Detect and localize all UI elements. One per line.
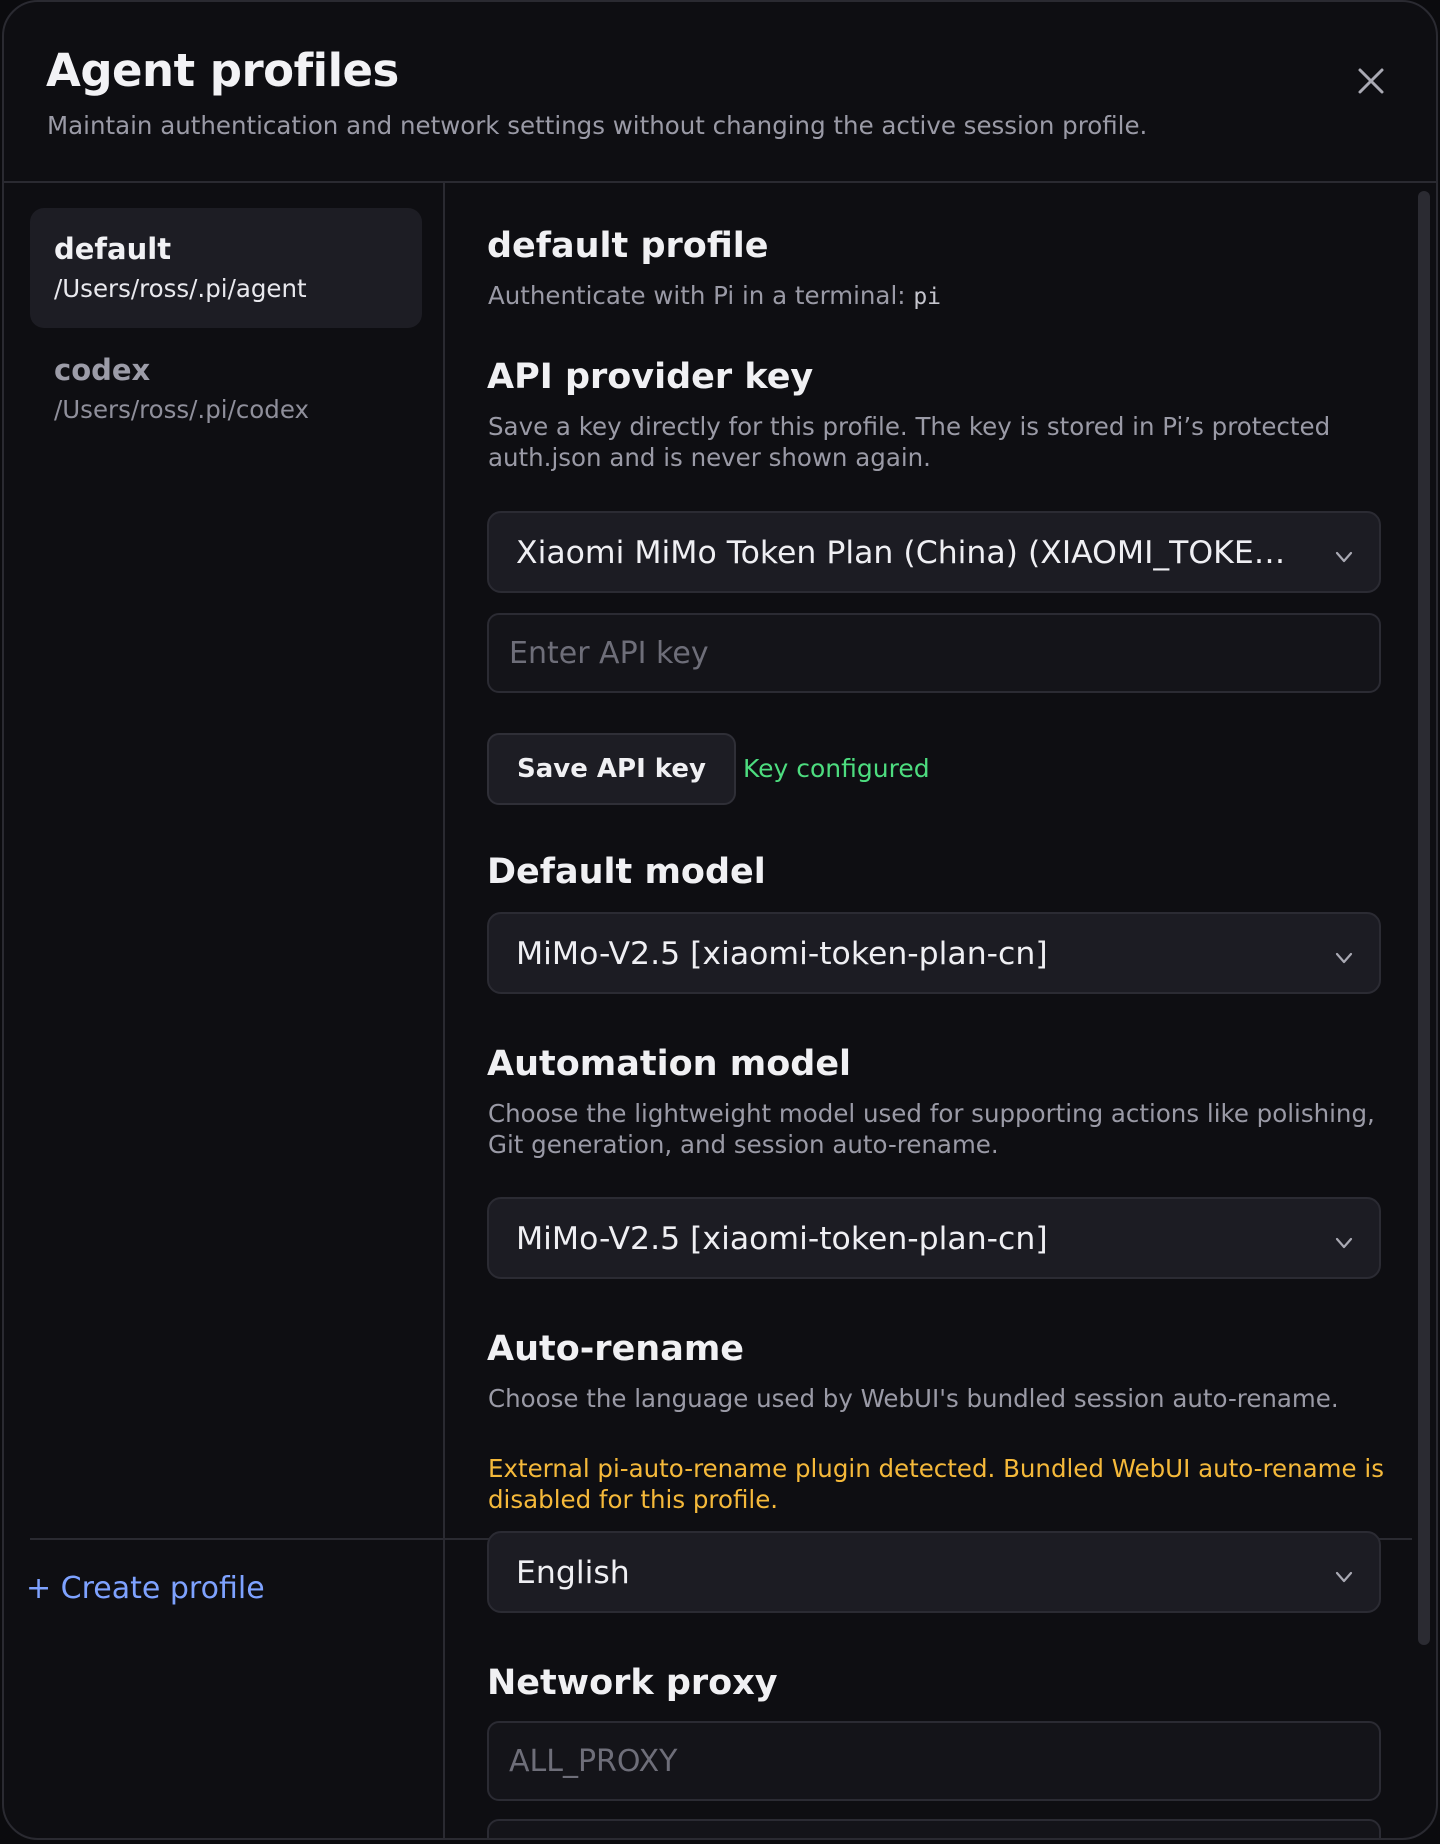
api-key-description: Save a key directly for this profile. Th…: [488, 412, 1331, 472]
profile-title: default profile: [487, 226, 769, 266]
profile-path: /Users/ross/.pi/agent: [54, 273, 307, 303]
language-select[interactable]: English: [487, 1531, 1381, 1613]
automation-model-title: Automation model: [487, 1044, 852, 1084]
profile-name: default: [54, 232, 172, 266]
profile-path: /Users/ross/.pi/codex: [54, 394, 309, 424]
next-proxy-input[interactable]: [487, 1819, 1381, 1838]
agent-profiles-dialog: Agent profiles Maintain authentication a…: [2, 0, 1438, 1840]
network-proxy-title: Network proxy: [487, 1663, 778, 1703]
key-status: Key configured: [743, 754, 930, 783]
provider-select[interactable]: Xiaomi MiMo Token Plan (China) (XIAOMI_T…: [487, 511, 1381, 593]
close-icon: [1358, 68, 1384, 94]
chevron-down-icon: [1335, 952, 1353, 964]
api-key-input[interactable]: [487, 613, 1381, 693]
create-profile-button[interactable]: + Create profile: [26, 1571, 265, 1607]
chevron-down-icon: [1335, 551, 1353, 563]
all-proxy-input[interactable]: [487, 1721, 1381, 1801]
dialog-header: Agent profiles Maintain authentication a…: [4, 2, 1436, 183]
default-model-select[interactable]: MiMo-V2.5 [xiaomi-token-plan-cn]: [487, 912, 1381, 994]
chevron-down-icon: [1335, 1237, 1353, 1249]
auth-hint-text: Authenticate with Pi in a terminal:: [488, 281, 906, 310]
profile-name: codex: [54, 353, 151, 387]
provider-select-value: Xiaomi MiMo Token Plan (China) (XIAOMI_T…: [516, 535, 1299, 571]
auth-hint: Authenticate with Pi in a terminal: pi: [488, 280, 1388, 313]
default-model-value: MiMo-V2.5 [xiaomi-token-plan-cn]: [516, 936, 1048, 972]
close-button[interactable]: [1344, 54, 1398, 108]
auto-rename-warning: External pi-auto-rename plugin detected.…: [488, 1454, 1384, 1514]
automation-model-value: MiMo-V2.5 [xiaomi-token-plan-cn]: [516, 1221, 1048, 1257]
automation-model-select[interactable]: MiMo-V2.5 [xiaomi-token-plan-cn]: [487, 1197, 1381, 1279]
chevron-down-icon: [1335, 1571, 1353, 1583]
default-model-title: Default model: [487, 852, 766, 892]
profile-settings-panel: default profile Authenticate with Pi in …: [445, 183, 1436, 1838]
auth-hint-command: pi: [913, 284, 942, 310]
scrollbar-thumb[interactable]: [1418, 191, 1430, 1645]
dialog-title: Agent profiles: [46, 44, 399, 97]
dialog-subtitle: Maintain authentication and network sett…: [47, 111, 1148, 140]
auto-rename-title: Auto-rename: [487, 1329, 745, 1369]
scrollbar[interactable]: [1412, 183, 1436, 1838]
profile-item-codex[interactable]: codex /Users/ross/.pi/codex: [30, 329, 422, 449]
language-select-value: English: [516, 1555, 630, 1591]
automation-model-description: Choose the lightweight model used for su…: [488, 1099, 1375, 1159]
profile-item-default[interactable]: default /Users/ross/.pi/agent: [30, 208, 422, 328]
save-api-key-button[interactable]: Save API key: [487, 733, 736, 805]
auto-rename-description: Choose the language used by WebUI's bund…: [488, 1384, 1339, 1413]
api-key-section-title: API provider key: [487, 357, 814, 397]
